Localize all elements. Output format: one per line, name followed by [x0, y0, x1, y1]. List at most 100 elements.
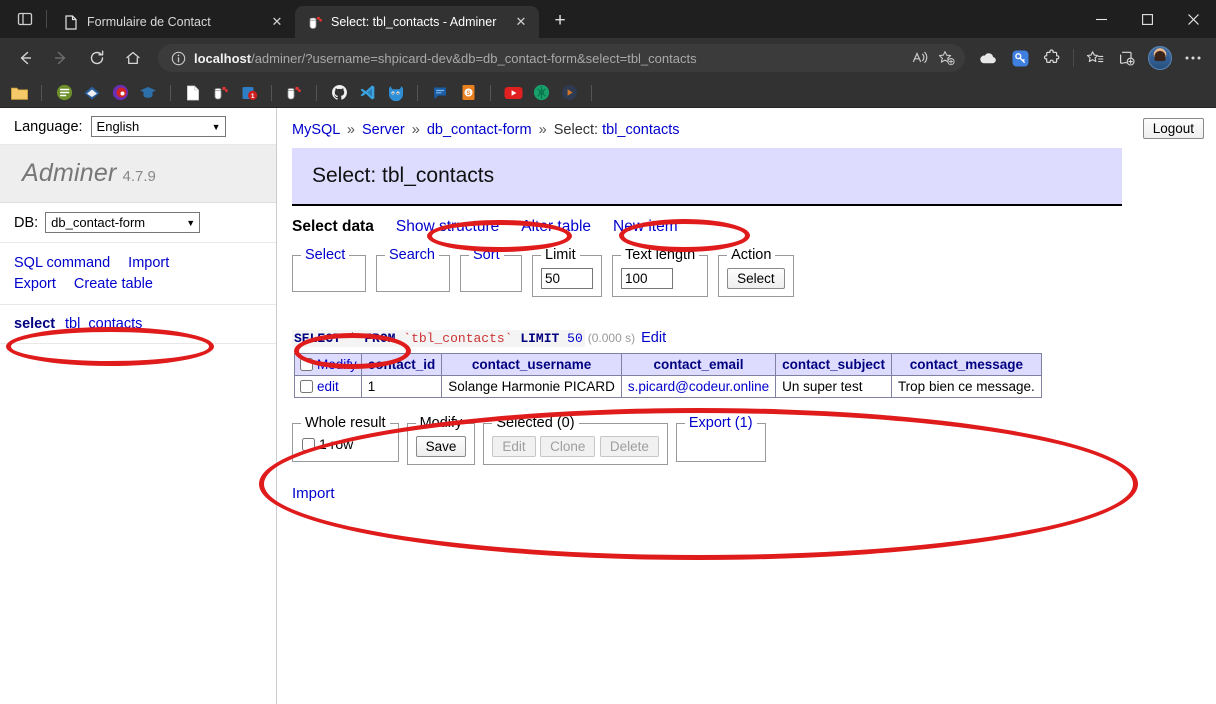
graduation-cap-icon[interactable] — [135, 81, 161, 105]
export-legend[interactable]: Export (1) — [685, 415, 757, 431]
table-header-row: Modify contact_id contact_username conta… — [294, 353, 1042, 376]
sidebar-table-link[interactable]: tbl_contacts — [65, 316, 142, 332]
row-edit-link[interactable]: edit — [317, 379, 339, 394]
whole-result-checkbox[interactable] — [302, 438, 315, 451]
database-select-value: db_contact-form — [51, 215, 146, 230]
breadcrumb-server[interactable]: Server — [362, 122, 405, 138]
search-fieldset: Search — [376, 247, 450, 292]
orange-book-icon[interactable]: S — [455, 81, 481, 105]
collections-icon[interactable] — [1112, 43, 1142, 73]
database-select[interactable]: db_contact-form ▼ — [45, 212, 201, 233]
contact-email-link[interactable]: s.picard@codeur.online — [628, 379, 769, 394]
new-tab-button[interactable]: + — [545, 6, 575, 36]
info-circle-icon[interactable] — [168, 48, 188, 68]
purple-record-icon[interactable] — [107, 81, 133, 105]
select-submit-button[interactable]: Select — [727, 268, 785, 289]
column-header-contact-id[interactable]: contact_id — [360, 353, 443, 376]
language-select[interactable]: English ▼ — [90, 116, 226, 137]
import-link[interactable]: Import — [292, 485, 335, 502]
read-aloud-icon[interactable] — [907, 46, 933, 70]
column-header-contact-email[interactable]: contact_email — [620, 353, 777, 376]
adminer-icon-2[interactable] — [281, 81, 307, 105]
onedrive-cloud-icon[interactable] — [973, 43, 1003, 73]
search-fieldset-body — [385, 268, 441, 284]
minimize-icon[interactable] — [1078, 0, 1124, 38]
close-icon[interactable]: ✕ — [267, 12, 287, 32]
column-header-contact-subject[interactable]: contact_subject — [775, 353, 892, 376]
favorites-star-list-icon[interactable] — [1080, 43, 1110, 73]
white-page-icon[interactable] — [180, 81, 206, 105]
row-count-label[interactable]: 1 row — [301, 436, 353, 452]
sidebar-link-sql-command[interactable]: SQL command — [14, 255, 110, 271]
clone-selected-button[interactable]: Clone — [540, 436, 596, 457]
modify-header: Modify — [294, 353, 362, 376]
sql-table-name: `tbl_contacts` — [403, 331, 513, 346]
sort-fieldset: Sort — [460, 247, 522, 292]
save-button[interactable]: Save — [415, 436, 467, 457]
settings-ellipsis-icon[interactable] — [1178, 43, 1208, 73]
select-legend[interactable]: Select — [301, 247, 349, 263]
tab-show-structure[interactable]: Show structure — [396, 218, 499, 236]
search-legend[interactable]: Search — [385, 247, 439, 263]
youtube-icon[interactable] — [500, 81, 526, 105]
sidebar-link-import[interactable]: Import — [128, 255, 169, 271]
home-icon[interactable] — [116, 43, 150, 73]
database-selector-row: DB: db_contact-form ▼ — [0, 203, 276, 243]
row-select-checkbox[interactable] — [300, 380, 313, 393]
cell-contact-id: 1 — [360, 375, 443, 398]
blue-chat-icon[interactable] — [427, 81, 453, 105]
green-list-icon[interactable] — [51, 81, 77, 105]
green-paint-icon[interactable] — [528, 81, 554, 105]
sidebar-link-create-table[interactable]: Create table — [74, 276, 153, 292]
sql-keyword-from: FROM — [364, 331, 396, 346]
browser-window: Formulaire de Contact ✕ Select: tbl_cont… — [0, 0, 1216, 704]
forward-icon[interactable] — [44, 43, 78, 73]
sql-keyword-select: SELECT — [294, 331, 341, 346]
add-favorite-star-icon[interactable] — [933, 46, 959, 70]
vscode-icon[interactable] — [354, 81, 380, 105]
address-bar[interactable]: localhost/adminer/?username=shpicard-dev… — [158, 44, 965, 72]
bookmark-divider — [170, 84, 171, 101]
gitlab-cat-icon[interactable] — [382, 81, 408, 105]
maximize-icon[interactable] — [1124, 0, 1170, 38]
delete-selected-button[interactable]: Delete — [599, 436, 659, 457]
reload-icon[interactable] — [80, 43, 114, 73]
breadcrumb-database[interactable]: db_contact-form — [427, 122, 532, 138]
close-window-icon[interactable] — [1170, 0, 1216, 38]
tab-actions-icon[interactable] — [8, 0, 42, 38]
breadcrumb-server-type[interactable]: MySQL — [292, 122, 340, 138]
password-key-icon[interactable] — [1005, 43, 1035, 73]
limit-input[interactable] — [541, 268, 593, 289]
extensions-puzzle-icon[interactable] — [1037, 43, 1067, 73]
svg-text:1: 1 — [250, 93, 254, 100]
browser-tab-1[interactable]: Select: tbl_contacts - Adminer ✕ — [295, 6, 539, 38]
tab-alter-table[interactable]: Alter table — [521, 218, 591, 236]
text-length-input[interactable] — [621, 268, 673, 289]
breadcrumb-table[interactable]: tbl_contacts — [602, 122, 679, 138]
edit-selected-button[interactable]: Edit — [492, 436, 536, 457]
back-icon[interactable] — [8, 43, 42, 73]
modify-fieldset: Modify Save — [406, 415, 476, 465]
sidebar-links: SQL command Import Export Create table — [0, 243, 276, 305]
tab-select-data[interactable]: Select data — [292, 218, 374, 236]
tab-new-item[interactable]: New item — [613, 218, 678, 236]
folder-icon[interactable] — [6, 81, 32, 105]
sort-legend[interactable]: Sort — [469, 247, 504, 263]
github-icon[interactable] — [326, 81, 352, 105]
sidebar-link-export[interactable]: Export — [14, 276, 56, 292]
sql-edit-link[interactable]: Edit — [641, 330, 666, 346]
column-header-contact-username[interactable]: contact_username — [441, 353, 622, 376]
select-all-checkbox[interactable] — [300, 358, 313, 371]
profile-avatar[interactable] — [1148, 46, 1172, 70]
logout-button[interactable]: Logout — [1142, 118, 1204, 139]
browser-tab-0[interactable]: Formulaire de Contact ✕ — [51, 6, 295, 38]
blue-diamond-icon[interactable] — [79, 81, 105, 105]
dark-play-icon[interactable] — [556, 81, 582, 105]
column-header-contact-message[interactable]: contact_message — [890, 353, 1042, 376]
chevron-down-icon: ▼ — [186, 217, 196, 228]
cell-contact-message: Trop bien ce message. — [890, 375, 1042, 398]
adminer-icon[interactable] — [208, 81, 234, 105]
sidebar-select-link[interactable]: select — [14, 316, 55, 332]
close-icon[interactable]: ✕ — [511, 12, 531, 32]
blue-badge-1-icon[interactable]: 1 — [236, 81, 262, 105]
